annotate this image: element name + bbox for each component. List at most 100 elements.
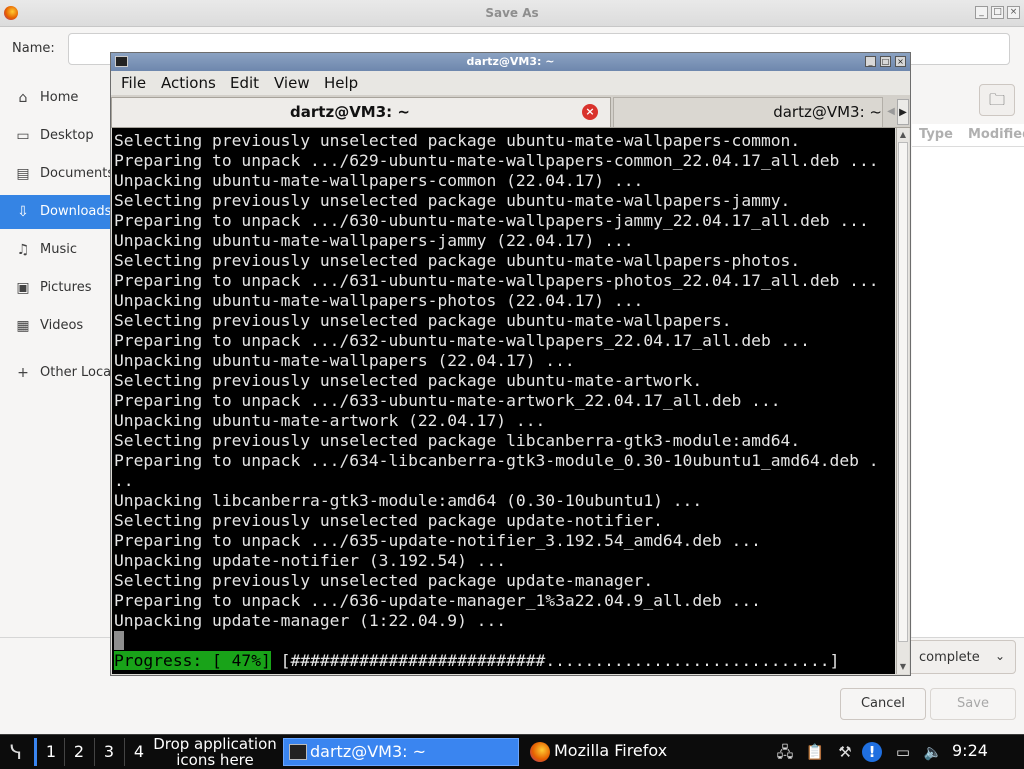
workspace-1[interactable]: 1 [34,738,65,766]
tab-scroll-right-icon[interactable]: ▶ [897,99,909,125]
output-line: Selecting previously unselected package … [114,571,654,590]
sidebar-item-label: Home [40,90,79,105]
close-icon[interactable]: × [1007,6,1020,19]
new-folder-button[interactable]: 🗀 [979,84,1015,116]
tab-terminal-2[interactable]: dartz@VM3: ~ [613,97,883,127]
taskbar: ᓭ 1 2 3 4 Drop application icons here da… [0,734,1024,769]
music-icon: ♫ [16,242,30,258]
sidebar-item-home[interactable]: ⌂ Home [0,81,112,115]
volume-icon[interactable]: 🔈 [923,742,943,762]
close-icon[interactable]: × [895,56,906,67]
sidebar-item-label: Desktop [40,128,94,143]
output-line: Unpacking ubuntu-mate-wallpapers-photos … [114,291,644,310]
tab-scroll-left-icon[interactable]: ◀ [885,99,897,125]
output-line: .. [114,471,134,490]
progress-bar: [##########################.............… [280,651,840,670]
notes-icon[interactable]: ▭ [893,742,913,762]
terminal-scrollbar[interactable]: ▲ ▼ [896,128,909,674]
tools-icon[interactable]: ⚒ [835,742,855,762]
output-line: Preparing to unpack .../636-update-manag… [114,591,761,610]
sidebar-item-pictures[interactable]: ▣ Pictures [0,271,112,305]
column-header-modified[interactable]: Modified [968,127,1024,142]
output-line: Preparing to unpack .../633-ubuntu-mate-… [114,391,781,410]
menu-edit[interactable]: Edit [230,74,259,92]
clock[interactable]: 9:24 [952,741,988,760]
filter-value: complete [919,650,980,665]
sidebar-item-desktop[interactable]: ▭ Desktop [0,119,112,153]
sidebar-item-other-locations[interactable]: + Other Locations [0,356,112,390]
output-line: Unpacking ubuntu-mate-wallpapers (22.04.… [114,351,575,370]
column-header-type[interactable]: Type [919,127,953,142]
dialog-title: Save As [485,6,539,20]
terminal-icon [289,744,307,760]
start-menu-icon[interactable]: ᓭ [4,740,28,764]
maximize-icon[interactable]: □ [880,56,891,67]
terminal-cursor [114,631,124,650]
output-line: Selecting previously unselected package … [114,251,801,270]
progress-label: Progress: [ 47%] [114,651,271,670]
tab-terminal-1[interactable]: dartz@VM3: ~ × [111,97,611,127]
desktop-icon: ▭ [16,128,30,144]
tab-label: dartz@VM3: ~ [773,103,882,121]
tab-label: dartz@VM3: ~ [290,103,410,121]
chevron-down-icon: ⌄ [994,649,1005,663]
workspace-3[interactable]: 3 [94,738,123,766]
plus-icon: + [17,365,29,381]
taskbar-item-firefox[interactable]: Mozilla Firefox [524,738,760,766]
sidebar-item-videos[interactable]: ▦ Videos [0,309,112,343]
output-line: Preparing to unpack .../631-ubuntu-mate-… [114,271,879,290]
firefox-icon [530,742,550,762]
sidebar-item-label: Other Locations [40,365,112,380]
scroll-down-icon[interactable]: ▼ [897,660,909,674]
menu-help[interactable]: Help [324,74,358,92]
sidebar-item-label: Videos [40,318,84,333]
videos-icon: ▦ [16,318,30,334]
menu-actions[interactable]: Actions [161,74,216,92]
taskbar-item-terminal[interactable]: dartz@VM3: ~ [283,738,519,766]
sidebar-item-downloads[interactable]: ⇩ Downloads [0,195,112,229]
workspace-2[interactable]: 2 [64,738,93,766]
terminal-window: dartz@VM3: ~ _ □ × File Actions Edit Vie… [110,52,911,676]
name-label: Name: [12,41,55,56]
sidebar-item-documents[interactable]: ▤ Documents [0,157,112,191]
taskbar-item-label: Mozilla Firefox [554,741,668,760]
scrollbar-thumb[interactable] [898,142,908,642]
minimize-icon[interactable]: _ [975,6,988,19]
output-line: Selecting previously unselected package … [114,131,801,150]
sidebar-item-label: Pictures [40,280,92,295]
file-type-filter-dropdown[interactable]: complete ⌄ [906,640,1016,674]
output-line: Preparing to unpack .../629-ubuntu-mate-… [114,151,879,170]
output-line: Preparing to unpack .../635-update-notif… [114,531,761,550]
documents-icon: ▤ [16,166,30,182]
close-tab-icon[interactable]: × [582,104,598,120]
output-line: Unpacking ubuntu-mate-wallpapers-jammy (… [114,231,634,250]
progress-line: Progress: [ 47%] [######################… [114,651,839,671]
dialog-titlebar[interactable]: Save As _ □ × [0,0,1024,27]
workspace-4[interactable]: 4 [124,738,153,766]
scroll-up-icon[interactable]: ▲ [897,128,909,142]
output-line: Selecting previously unselected package … [114,191,791,210]
menu-view[interactable]: View [274,74,310,92]
terminal-title: dartz@VM3: ~ [466,55,555,68]
save-button[interactable]: Save [930,688,1016,720]
update-alert-icon[interactable]: ! [862,742,882,762]
downloads-icon: ⇩ [17,204,29,220]
folder-plus-icon: 🗀 [988,90,1005,109]
network-icon[interactable]: 🖧 [775,742,795,762]
maximize-icon[interactable]: □ [991,6,1004,19]
menu-file[interactable]: File [121,74,146,92]
output-line: Unpacking update-notifier (3.192.54) ... [114,551,507,570]
sidebar-item-label: Music [40,242,77,257]
terminal-menubar: File Actions Edit View Help [111,71,910,95]
terminal-titlebar[interactable]: dartz@VM3: ~ _ □ × [111,53,910,71]
sidebar-item-label: Documents [40,166,112,181]
output-line: Selecting previously unselected package … [114,431,801,450]
terminal-output[interactable]: Selecting previously unselected package … [112,128,895,674]
file-list[interactable] [912,147,1024,637]
sidebar-item-music[interactable]: ♫ Music [0,233,112,267]
output-line: Unpacking ubuntu-mate-wallpapers-common … [114,171,644,190]
output-line: Selecting previously unselected package … [114,311,732,330]
clipboard-icon[interactable]: 📋 [805,742,825,762]
minimize-icon[interactable]: _ [865,56,876,67]
cancel-button[interactable]: Cancel [840,688,926,720]
